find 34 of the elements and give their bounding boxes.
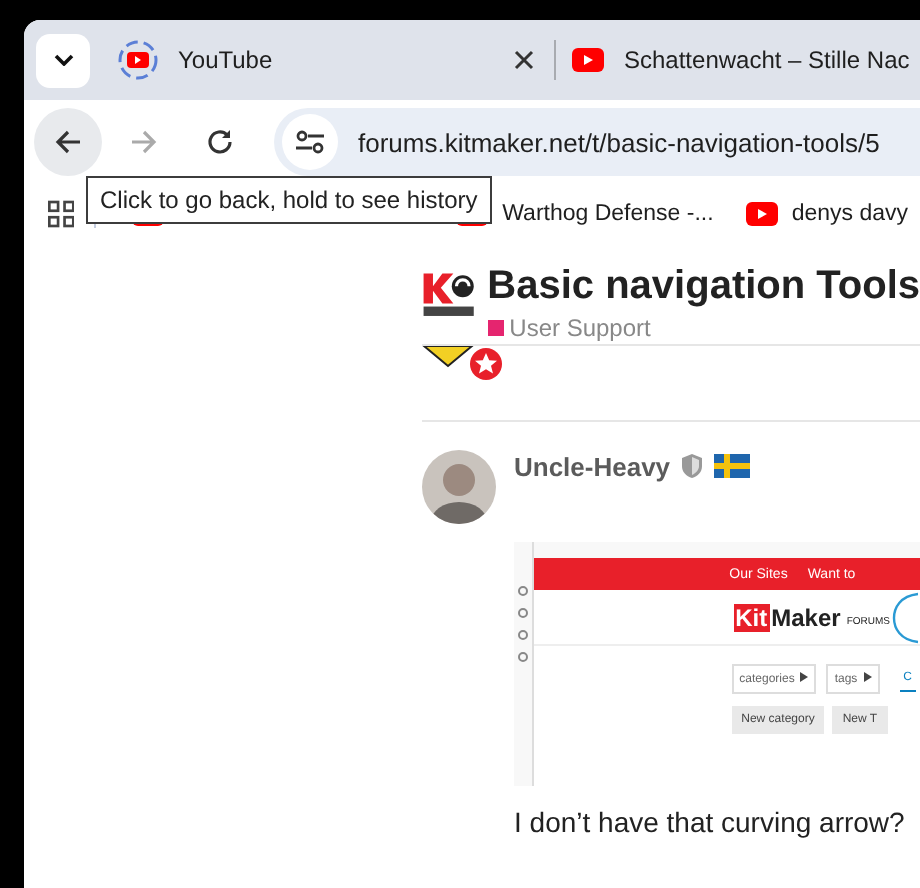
caret-icon — [800, 672, 809, 682]
back-arrow-icon — [52, 126, 84, 158]
video-play-icon — [745, 202, 778, 226]
site-settings-icon[interactable] — [282, 114, 338, 170]
category-link[interactable]: User Support — [509, 314, 651, 342]
sidebar-icon — [517, 630, 528, 640]
sidebar-icon — [517, 608, 528, 618]
back-button[interactable] — [34, 108, 102, 176]
address-bar[interactable]: forums.kitmaker.net/t/basic-navigation-tools/5 — [274, 108, 920, 176]
logo-text: Maker — [771, 603, 841, 631]
shield-icon — [682, 454, 703, 478]
chevron-down-icon — [53, 54, 73, 66]
apps-grid-icon[interactable] — [48, 200, 75, 228]
browser-tab[interactable]: Schattenwacht – Stille Nac — [556, 20, 920, 100]
username-link[interactable]: Uncle-Heavy — [514, 451, 671, 481]
tab-search-button[interactable] — [36, 33, 90, 87]
close-tab-button[interactable] — [510, 46, 538, 74]
reload-icon — [204, 126, 236, 158]
circle-annotation — [892, 591, 920, 643]
forward-arrow-icon — [128, 126, 160, 158]
sidebar-icon — [517, 652, 528, 662]
tooltip: Click to go back, hold to see history — [86, 176, 492, 224]
topic-title[interactable]: Basic navigation Tools — [487, 264, 920, 310]
close-icon — [514, 50, 534, 70]
logo-text: Kit — [733, 603, 770, 631]
bookmark-link[interactable]: denys davy — [745, 202, 908, 226]
sidebar-icon — [517, 586, 528, 596]
video-play-icon — [572, 48, 604, 72]
caret-icon — [863, 672, 872, 682]
post-text: I don’t have that curving arrow? — [514, 806, 907, 838]
user-avatar[interactable] — [422, 450, 496, 524]
browser-tab[interactable]: YouTube — [102, 20, 554, 100]
flag-icon — [714, 454, 751, 478]
url-text: forums.kitmaker.net/t/basic-navigation-tools/5 — [358, 127, 880, 157]
